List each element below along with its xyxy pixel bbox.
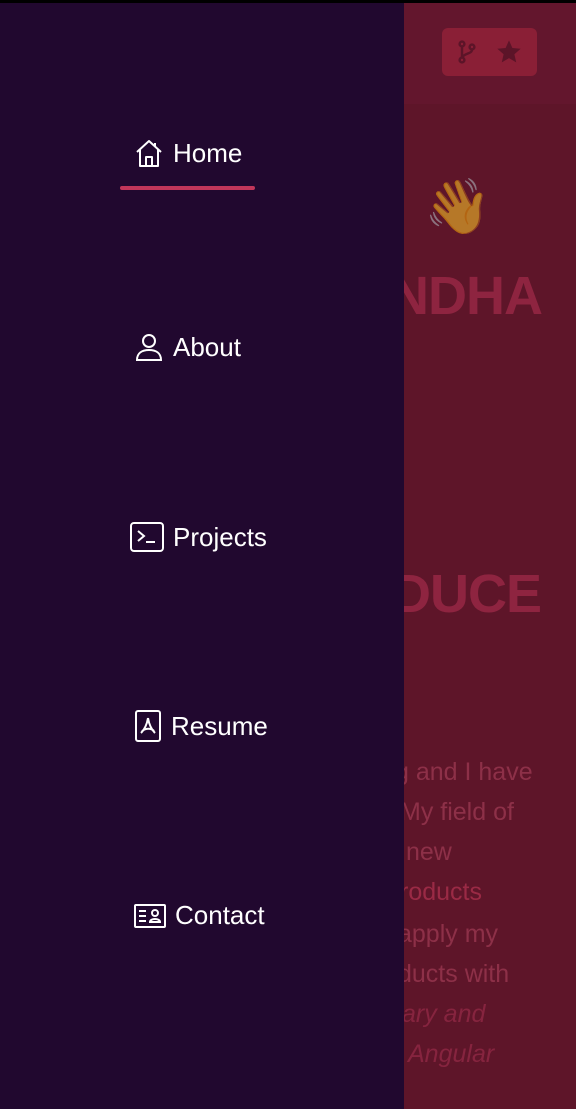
bio-line-italic: ary and bbox=[402, 1000, 486, 1028]
git-fork-icon bbox=[457, 39, 477, 65]
nav-item-label: Contact bbox=[175, 900, 265, 930]
nav-item-label: About bbox=[173, 331, 241, 362]
pdf-file-icon bbox=[133, 709, 163, 743]
wave-emoji: 👋 bbox=[424, 177, 492, 237]
star-icon bbox=[495, 38, 523, 66]
bio-line: ducts with bbox=[398, 960, 510, 988]
bio-line: new bbox=[406, 838, 452, 866]
bio-line: My field of bbox=[400, 798, 514, 826]
nav-item-resume[interactable]: Resume bbox=[133, 709, 268, 743]
nav-item-label: Resume bbox=[171, 710, 268, 741]
name-heading: NDHA bbox=[390, 266, 543, 326]
github-star-button[interactable] bbox=[442, 28, 537, 76]
nav-item-label: Projects bbox=[173, 521, 267, 552]
home-icon bbox=[133, 137, 165, 169]
nav-item-contact[interactable]: Contact bbox=[133, 900, 265, 931]
nav-item-home[interactable]: Home bbox=[133, 137, 242, 169]
nav-item-projects[interactable]: Projects bbox=[129, 521, 267, 553]
active-indicator bbox=[120, 186, 255, 190]
bio-line-highlight: roducts bbox=[400, 878, 482, 906]
terminal-icon bbox=[129, 521, 165, 553]
bio-line: apply my bbox=[398, 920, 499, 948]
status-bar-edge bbox=[0, 0, 576, 3]
nav-item-about[interactable]: About bbox=[133, 331, 241, 363]
contact-card-icon bbox=[133, 902, 167, 930]
person-icon bbox=[133, 331, 165, 363]
bio-line-italic: Angular bbox=[408, 1040, 495, 1068]
bio-line: g and I have bbox=[395, 758, 533, 786]
nav-item-label: Home bbox=[173, 137, 243, 168]
navigation-drawer: Home About Projects Resume Contact bbox=[0, 0, 404, 1109]
introduce-heading: DUCE bbox=[392, 564, 542, 624]
